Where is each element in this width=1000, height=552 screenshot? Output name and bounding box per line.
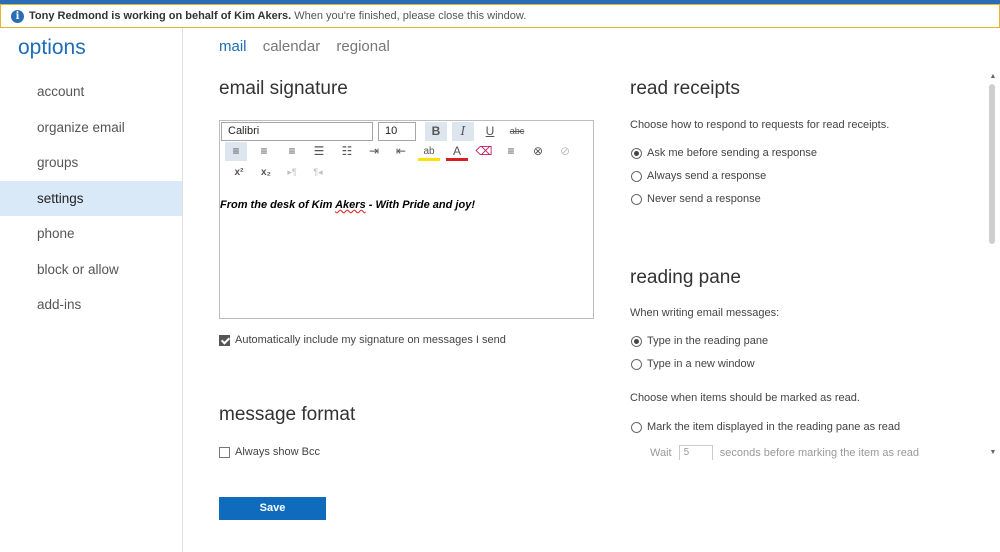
banner-actor: Tony Redmond is working on behalf of Kim…	[29, 10, 292, 22]
scroll-thumb[interactable]	[989, 84, 995, 244]
tab-calendar[interactable]: calendar	[263, 38, 321, 55]
radio-type-in-new-window[interactable]: Type in a new window	[631, 358, 755, 370]
banner-message: When you're finished, please close this …	[294, 10, 527, 22]
radio-type-in-reading-pane[interactable]: Type in the reading pane	[631, 335, 768, 347]
align-left-button[interactable]: ≡	[225, 142, 247, 161]
scroll-up-icon[interactable]: ▲	[988, 72, 998, 82]
nav-item-settings[interactable]: settings	[0, 180, 182, 216]
underline-button[interactable]: U	[479, 122, 501, 141]
wait-seconds-input[interactable]: 5	[678, 445, 713, 460]
options-nav: account organize email groups settings p…	[0, 74, 182, 323]
radio-icon[interactable]	[631, 358, 642, 370]
delegation-banner: i Tony Redmond is working on behalf of K…	[0, 4, 1000, 28]
highlight-button[interactable]: ab	[418, 142, 440, 161]
tab-regional[interactable]: regional	[336, 38, 389, 55]
indent-button[interactable]: ⇥	[363, 142, 385, 161]
nav-item-phone[interactable]: phone	[0, 216, 182, 252]
auto-include-label: Automatically include my signature on me…	[235, 334, 506, 346]
nav-item-account[interactable]: account	[0, 74, 182, 110]
radio-selected-icon[interactable]	[631, 335, 642, 347]
content-scrollbar[interactable]: ▲ ▼	[986, 70, 1000, 460]
radio-icon[interactable]	[631, 193, 642, 205]
info-icon: i	[11, 10, 24, 23]
radio-icon[interactable]	[631, 421, 642, 433]
read-receipts-desc: Choose how to respond to requests for re…	[630, 119, 890, 131]
save-button[interactable]: Save	[219, 497, 326, 520]
scroll-down-icon[interactable]: ▼	[988, 448, 998, 458]
align-center-button[interactable]: ≡	[253, 142, 275, 161]
wait-row: Wait 5 seconds before marking the item a…	[650, 444, 980, 460]
options-sidebar: options account organize email groups se…	[0, 28, 183, 552]
always-bcc-label: Always show Bcc	[235, 446, 320, 458]
font-color-button[interactable]: A	[446, 142, 468, 161]
radio-ask-before-sending[interactable]: Ask me before sending a response	[631, 147, 817, 159]
nav-item-groups[interactable]: groups	[0, 145, 182, 181]
radio-selected-icon[interactable]	[631, 147, 642, 159]
mark-as-read-desc: Choose when items should be marked as re…	[630, 392, 860, 404]
auto-include-signature-checkbox[interactable]: Automatically include my signature on me…	[219, 334, 506, 346]
always-show-bcc-checkbox[interactable]: Always show Bcc	[219, 446, 320, 458]
signature-text[interactable]: From the desk of Kim Akers - With Pride …	[220, 199, 475, 211]
reading-pane-desc: When writing email messages:	[630, 307, 780, 319]
eraser-icon[interactable]: ⌫	[473, 142, 495, 161]
align-right-button[interactable]: ≡	[281, 142, 303, 161]
outdent-button[interactable]: ⇤	[390, 142, 412, 161]
nav-item-organize-email[interactable]: organize email	[0, 110, 182, 146]
settings-tabs: mail calendar regional	[219, 38, 402, 55]
tab-mail[interactable]: mail	[219, 38, 247, 55]
options-title: options	[18, 36, 86, 59]
bold-button[interactable]: B	[425, 122, 447, 141]
read-receipts-heading: read receipts	[630, 78, 740, 99]
checkbox-checked-icon[interactable]	[219, 334, 230, 346]
italic-button[interactable]: I	[452, 122, 474, 141]
reading-pane-heading: reading pane	[630, 267, 741, 288]
spellcheck-word: Akers	[335, 199, 366, 211]
bullets-button[interactable]: ☰	[308, 142, 330, 161]
message-format-heading: message format	[219, 404, 356, 425]
radio-always-send[interactable]: Always send a response	[631, 170, 766, 182]
radio-mark-item-read[interactable]: Mark the item displayed in the reading p…	[631, 421, 900, 433]
strikethrough-button[interactable]: abc	[506, 122, 528, 141]
font-name-input[interactable]: Calibri	[221, 122, 373, 141]
font-size-input[interactable]: 10	[378, 122, 416, 141]
rtl-button[interactable]: ¶◂	[307, 163, 329, 182]
ltr-button[interactable]: ▸¶	[281, 163, 303, 182]
signature-editor[interactable]: Calibri 10 B I U abc ≡ ≡ ≡ ☰ ☷ ⇥ ⇤ ab A …	[219, 120, 594, 319]
subscript-button[interactable]: x₂	[255, 163, 277, 182]
remove-link-icon[interactable]: ⊘	[554, 142, 576, 161]
numbering-button[interactable]: ☷	[336, 142, 358, 161]
radio-never-send[interactable]: Never send a response	[631, 193, 761, 205]
insert-link-icon[interactable]: ⊗	[527, 142, 549, 161]
checkbox-icon[interactable]	[219, 446, 230, 458]
superscript-button[interactable]: x²	[228, 163, 250, 182]
paragraph-format-button[interactable]: ≡	[500, 142, 522, 161]
radio-icon[interactable]	[631, 170, 642, 182]
nav-item-block-or-allow[interactable]: block or allow	[0, 252, 182, 288]
email-signature-heading: email signature	[219, 78, 348, 99]
nav-item-add-ins[interactable]: add-ins	[0, 287, 182, 323]
